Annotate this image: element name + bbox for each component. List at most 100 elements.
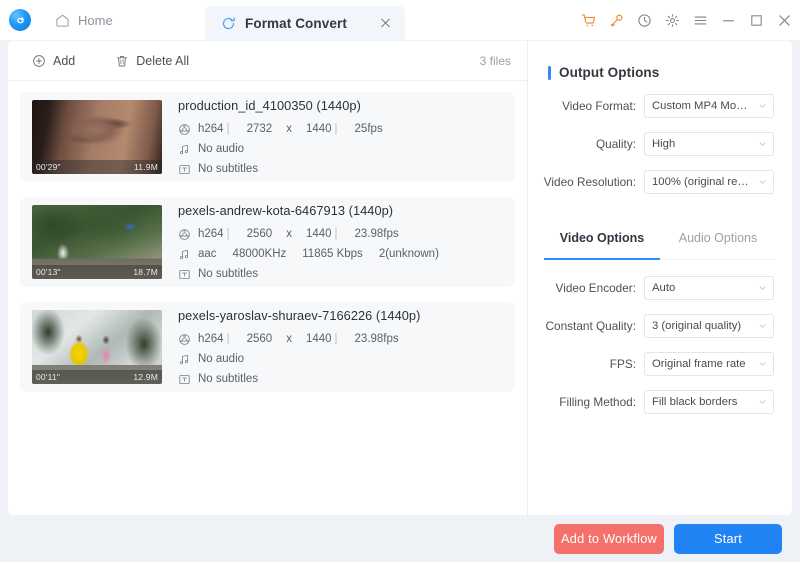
field-constant-quality: Constant Quality: 3 (original quality) [528,314,792,338]
app-window: Home Format Convert Add Delete All 3 fil… [0,0,800,562]
separator-pipe: | [334,228,338,240]
subtitle-status: No subtitles [198,163,259,175]
close-icon[interactable] [379,17,392,30]
film-reel-icon [179,333,190,345]
video-format-value: Custom MP4 Movie(... [652,100,764,112]
field-quality: Quality: High [528,132,792,156]
video-options-fields: Video Encoder: Auto Constant Quality: 3 … [528,276,792,414]
audio-codec: aac [198,248,217,260]
subtitle-status: No subtitles [198,268,259,280]
chevron-down-icon [759,400,766,404]
video-info-row: h264 | 2560 x 1440 | 23.98fps [178,332,503,346]
video-thumbnail: 00'11" 12.9M [32,310,162,384]
thumbnail-overlay: 00'11" 12.9M [32,370,162,384]
music-note-icon [180,144,188,154]
video-resolution-select[interactable]: 100% (original resol... [644,170,774,194]
video-thumbnail: 00'29" 11.9M [32,100,162,174]
audio-info-row: No audio [178,352,503,366]
maximize-icon[interactable] [749,13,764,28]
video-codec: h264 [198,123,224,135]
subtitle-icon [179,164,190,174]
output-options-title: Output Options [559,65,660,80]
video-size: 11.9M [134,162,158,172]
tab-video-options[interactable]: Video Options [544,228,660,259]
fps-label: FPS: [609,357,636,371]
audio-codec: No audio [198,353,245,365]
trash-icon [117,55,128,66]
video-height: 1440 [305,333,332,345]
video-duration: 00'11" [36,372,61,382]
video-info-row: h264 | 2732 x 1440 | 25fps [178,122,503,136]
delete-all-button-label: Delete All [136,53,190,68]
fps-value: Original frame rate [652,358,746,370]
menu-icon[interactable] [693,13,708,28]
chevron-down-icon [759,362,766,366]
file-list[interactable]: 00'29" 11.9M production_id_4100350 (1440… [8,82,527,515]
separator-pipe: | [226,333,230,345]
video-width: 2560 [246,333,273,345]
subtitle-icon [179,374,190,384]
field-filling-method: Filling Method: Fill black borders [528,390,792,414]
tab-format-convert[interactable]: Format Convert [205,6,405,40]
video-height: 1440 [305,228,332,240]
video-format-label: Video Format: [562,99,636,113]
convert-refresh-icon [222,16,235,29]
content-panel: Add Delete All 3 files 00'29" 11.9M prod… [8,41,792,515]
file-list-item[interactable]: 00'11" 12.9M pexels-yaroslav-shuraev-716… [20,302,515,392]
field-video-format: Video Format: Custom MP4 Movie(... [528,94,792,118]
audio-channels: 2(unknown) [378,248,439,260]
subtitle-status: No subtitles [198,373,259,385]
audio-info-row: aac 48000KHz 11865 Kbps 2(unknown) [178,247,503,261]
file-meta: production_id_4100350 (1440p) h264 | 273… [178,98,515,176]
video-codec: h264 [198,333,224,345]
video-fps: 23.98fps [354,228,399,240]
start-button[interactable]: Start [674,523,782,554]
audio-info-row: No audio [178,142,503,156]
cart-icon[interactable] [581,13,596,28]
quality-value: High [652,138,676,150]
options-tabs: Video Options Audio Options [544,228,776,260]
field-video-resolution: Video Resolution: 100% (original resol..… [528,170,792,194]
separator-times: x [286,333,292,345]
separator-pipe: | [226,123,230,135]
audio-sample-rate: 48000KHz [232,248,287,260]
section-accent-bar [548,65,551,80]
add-circle-icon [33,54,45,67]
fps-select[interactable]: Original frame rate [644,352,774,376]
video-thumbnail: 00'13" 18.7M [32,205,162,279]
home-icon [56,14,69,27]
delete-all-button[interactable]: Delete All [109,50,195,72]
thumbnail-overlay: 00'29" 11.9M [32,160,162,174]
file-list-pane: Add Delete All 3 files 00'29" 11.9M prod… [8,41,527,515]
video-fps: 23.98fps [354,333,399,345]
chevron-down-icon [759,180,766,184]
app-logo-icon [9,9,31,31]
thumbnail-overlay: 00'13" 18.7M [32,265,162,279]
add-to-workflow-button[interactable]: Add to Workflow [554,523,664,554]
constant-quality-select[interactable]: 3 (original quality) [644,314,774,338]
close-window-icon[interactable] [777,13,792,28]
quality-select[interactable]: High [644,132,774,156]
filling-method-label: Filling Method: [559,395,636,409]
tab-home[interactable]: Home [41,0,127,40]
minimize-icon[interactable] [721,13,736,28]
file-list-item[interactable]: 00'29" 11.9M production_id_4100350 (1440… [20,92,515,182]
history-clock-icon[interactable] [637,13,652,28]
key-icon[interactable] [609,13,624,28]
subtitle-info-row: No subtitles [178,162,503,176]
video-size: 12.9M [133,372,158,382]
gear-icon[interactable] [665,13,680,28]
window-controls [581,0,792,40]
video-duration: 00'13" [36,267,61,277]
constant-quality-value: 3 (original quality) [652,320,742,332]
video-encoder-select[interactable]: Auto [644,276,774,300]
tab-audio-options[interactable]: Audio Options [660,228,776,259]
add-button[interactable]: Add [26,50,81,72]
file-list-item[interactable]: 00'13" 18.7M pexels-andrew-kota-6467913 … [20,197,515,287]
field-video-encoder: Video Encoder: Auto [528,276,792,300]
filling-method-select[interactable]: Fill black borders [644,390,774,414]
video-info-row: h264 | 2560 x 1440 | 23.98fps [178,227,503,241]
film-reel-icon [179,228,190,240]
video-width: 2732 [246,123,273,135]
video-format-select[interactable]: Custom MP4 Movie(... [644,94,774,118]
